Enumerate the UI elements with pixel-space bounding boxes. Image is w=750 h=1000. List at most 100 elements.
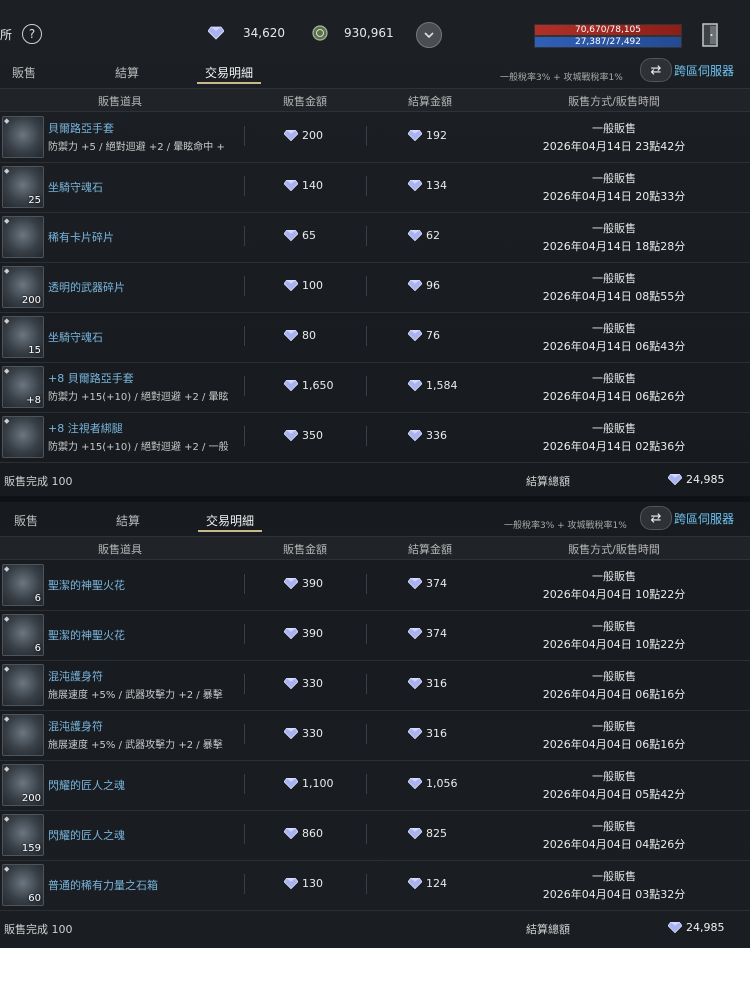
- table-row[interactable]: ◆ 混沌護身符 施展速度 +5% / 武器攻擊力 +2 / 暴擊 330 316 一般販售…: [0, 710, 750, 761]
- settle-total-label: 結算總額: [526, 475, 570, 488]
- table-row[interactable]: ◆ +8 +8 貝爾路亞手套 防禦力 +15(+10) / 絕對迴避 +2 / 暈眩 1…: [0, 362, 750, 413]
- column-header: 結算金額: [408, 543, 452, 556]
- column-separator: [244, 426, 245, 446]
- column-separator: [366, 226, 367, 246]
- exit-door-icon[interactable]: [700, 22, 722, 48]
- settle-price: 374: [408, 577, 447, 590]
- table-row[interactable]: ◆ 200 透明的武器碎片 100 96 一般販售 2026年04月14日 08點55分: [0, 262, 750, 313]
- settle-price: 62: [408, 229, 440, 242]
- table-row[interactable]: ◆ 混沌護身符 施展速度 +5% / 武器攻擊力 +2 / 暴擊 330 316 一般販售…: [0, 660, 750, 711]
- item-grade-icon: ◆: [4, 665, 10, 673]
- sale-method: 一般販售: [592, 172, 636, 185]
- item-name: 普通的稀有力量之石箱: [48, 879, 158, 892]
- sale-method: 一般販售: [592, 372, 636, 385]
- column-separator: [244, 874, 245, 894]
- settle-price: 825: [408, 827, 447, 840]
- item-name: 稀有卡片碎片: [48, 231, 114, 244]
- sale-time: 2026年04月04日 10點22分: [542, 588, 686, 601]
- tab-settle[interactable]: 結算: [115, 64, 139, 81]
- table-row[interactable]: ◆ 15 坐騎守魂石 80 76 一般販售 2026年04月14日 06點43分: [0, 312, 750, 363]
- item-grade-icon: ◆: [4, 765, 10, 773]
- sale-price-value: 130: [302, 877, 323, 890]
- sale-price-value: 390: [302, 577, 323, 590]
- item-quantity: 25: [28, 195, 41, 206]
- sale-time: 2026年04月04日 03點32分: [542, 888, 686, 901]
- settle-total-label: 結算總額: [526, 923, 570, 936]
- column-separator: [366, 574, 367, 594]
- sales-complete-count: 販售完成 100: [4, 475, 73, 488]
- help-icon[interactable]: ?: [22, 24, 42, 44]
- sale-time: 2026年04月14日 02點36分: [542, 440, 686, 453]
- column-separator: [366, 276, 367, 296]
- sale-price-value: 350: [302, 429, 323, 442]
- currency-dropdown-button[interactable]: [416, 22, 442, 48]
- table-row[interactable]: ◆ 貝爾路亞手套 防禦力 +5 / 絕對迴避 +2 / 暈眩命中 + 200 192 一般…: [0, 112, 750, 163]
- column-separator: [244, 176, 245, 196]
- settle-price-value: 124: [426, 877, 447, 890]
- item-name: 聖潔的神聖火花: [48, 579, 125, 592]
- sales-complete-count: 販售完成 100: [4, 923, 73, 936]
- column-separator: [366, 624, 367, 644]
- diamond-icon: [408, 778, 422, 789]
- table-row[interactable]: ◆ 6 聖潔的神聖火花 390 374 一般販售 2026年04月04日 10點22分: [0, 560, 750, 611]
- transaction-panel-top: 販售 結算 交易明細一般稅率3% + 攻城戰稅率1% ⇄ 跨區伺服器販售道具 販售金額 結算…: [0, 58, 750, 496]
- item-icon: ◆: [2, 714, 44, 756]
- sale-time: 2026年04月04日 04點26分: [542, 838, 686, 851]
- sale-price: 330: [284, 727, 323, 740]
- item-grade-icon: ◆: [4, 417, 10, 425]
- settle-price-value: 62: [426, 229, 440, 242]
- table-row[interactable]: ◆ 6 聖潔的神聖火花 390 374 一般販售 2026年04月04日 10點22分: [0, 610, 750, 661]
- tab-history[interactable]: 交易明細: [205, 64, 253, 81]
- cross-server-link[interactable]: 跨區伺服器: [674, 62, 734, 79]
- settle-price-value: 374: [426, 577, 447, 590]
- item-icon: ◆: [2, 116, 44, 158]
- column-header: 販售方式/販售時間: [568, 95, 660, 108]
- column-separator: [244, 376, 245, 396]
- cross-server-link[interactable]: 跨區伺服器: [674, 510, 734, 527]
- sale-price-value: 80: [302, 329, 316, 342]
- diamond-icon: [408, 280, 422, 291]
- tab-bar: 販售 結算 交易明細一般稅率3% + 攻城戰稅率1% ⇄ 跨區伺服器: [0, 58, 750, 86]
- table-row[interactable]: ◆ 60 普通的稀有力量之石箱 130 124 一般販售 2026年04月04日 03點32…: [0, 860, 750, 911]
- column-header: 販售道具: [98, 543, 142, 556]
- table-row[interactable]: ◆ 159 閃耀的匠人之魂 860 825 一般販售 2026年04月04日 04點26分: [0, 810, 750, 861]
- tab-bar: 販售 結算 交易明細一般稅率3% + 攻城戰稅率1% ⇄ 跨區伺服器: [0, 506, 750, 534]
- sale-time: 2026年04月04日 10點22分: [542, 638, 686, 651]
- diamond-icon: [408, 380, 422, 391]
- diamond-icon: [408, 878, 422, 889]
- table-row[interactable]: ◆ 200 閃耀的匠人之魂 1,100 1,056 一般販售 2026年04月04日 05點…: [0, 760, 750, 811]
- swap-arrows-button[interactable]: ⇄: [640, 58, 672, 82]
- item-name: 聖潔的神聖火花: [48, 629, 125, 642]
- top-bar: 所 ? 34,620 930,961 70,670/78,105 27,387/…: [0, 10, 750, 58]
- item-name: 坐騎守魂石: [48, 181, 103, 194]
- active-tab-indicator: [197, 82, 261, 84]
- table-row[interactable]: ◆ +8 注視者綁腿 防禦力 +15(+10) / 絕對迴避 +2 / 一般 350 3…: [0, 412, 750, 463]
- tab-sell[interactable]: 販售: [12, 64, 36, 81]
- item-grade-icon: ◆: [4, 367, 10, 375]
- swap-arrows-button[interactable]: ⇄: [640, 506, 672, 530]
- sale-price-value: 65: [302, 229, 316, 242]
- tab-history[interactable]: 交易明細: [206, 512, 254, 529]
- panel-divider: [0, 496, 750, 502]
- tab-sell[interactable]: 販售: [14, 512, 38, 529]
- item-icon: ◆ 6: [2, 564, 44, 606]
- tax-rate-text: 一般稅率3% + 攻城戰稅率1%: [500, 73, 623, 83]
- tax-rate-text: 一般稅率3% + 攻城戰稅率1%: [504, 521, 627, 531]
- item-grade-icon: ◆: [4, 117, 10, 125]
- diamond-icon: [408, 430, 422, 441]
- table-row[interactable]: ◆ 25 坐騎守魂石 140 134 一般販售 2026年04月14日 20點33分: [0, 162, 750, 213]
- table-header: 販售道具 販售金額 結算金額 販售方式/販售時間: [0, 88, 750, 112]
- item-icon: ◆ 6: [2, 614, 44, 656]
- item-name: 坐騎守魂石: [48, 331, 103, 344]
- diamond-icon: [284, 130, 298, 141]
- tab-settle[interactable]: 結算: [116, 512, 140, 529]
- column-header: 販售道具: [98, 95, 142, 108]
- settle-price: 1,056: [408, 777, 458, 790]
- sale-price: 330: [284, 677, 323, 690]
- table-row[interactable]: ◆ 稀有卡片碎片 65 62 一般販售 2026年04月14日 18點28分: [0, 212, 750, 263]
- sale-time: 2026年04月14日 06點43分: [542, 340, 686, 353]
- item-grade-icon: ◆: [4, 565, 10, 573]
- settle-price-value: 316: [426, 727, 447, 740]
- sale-price-value: 390: [302, 627, 323, 640]
- column-separator: [244, 574, 245, 594]
